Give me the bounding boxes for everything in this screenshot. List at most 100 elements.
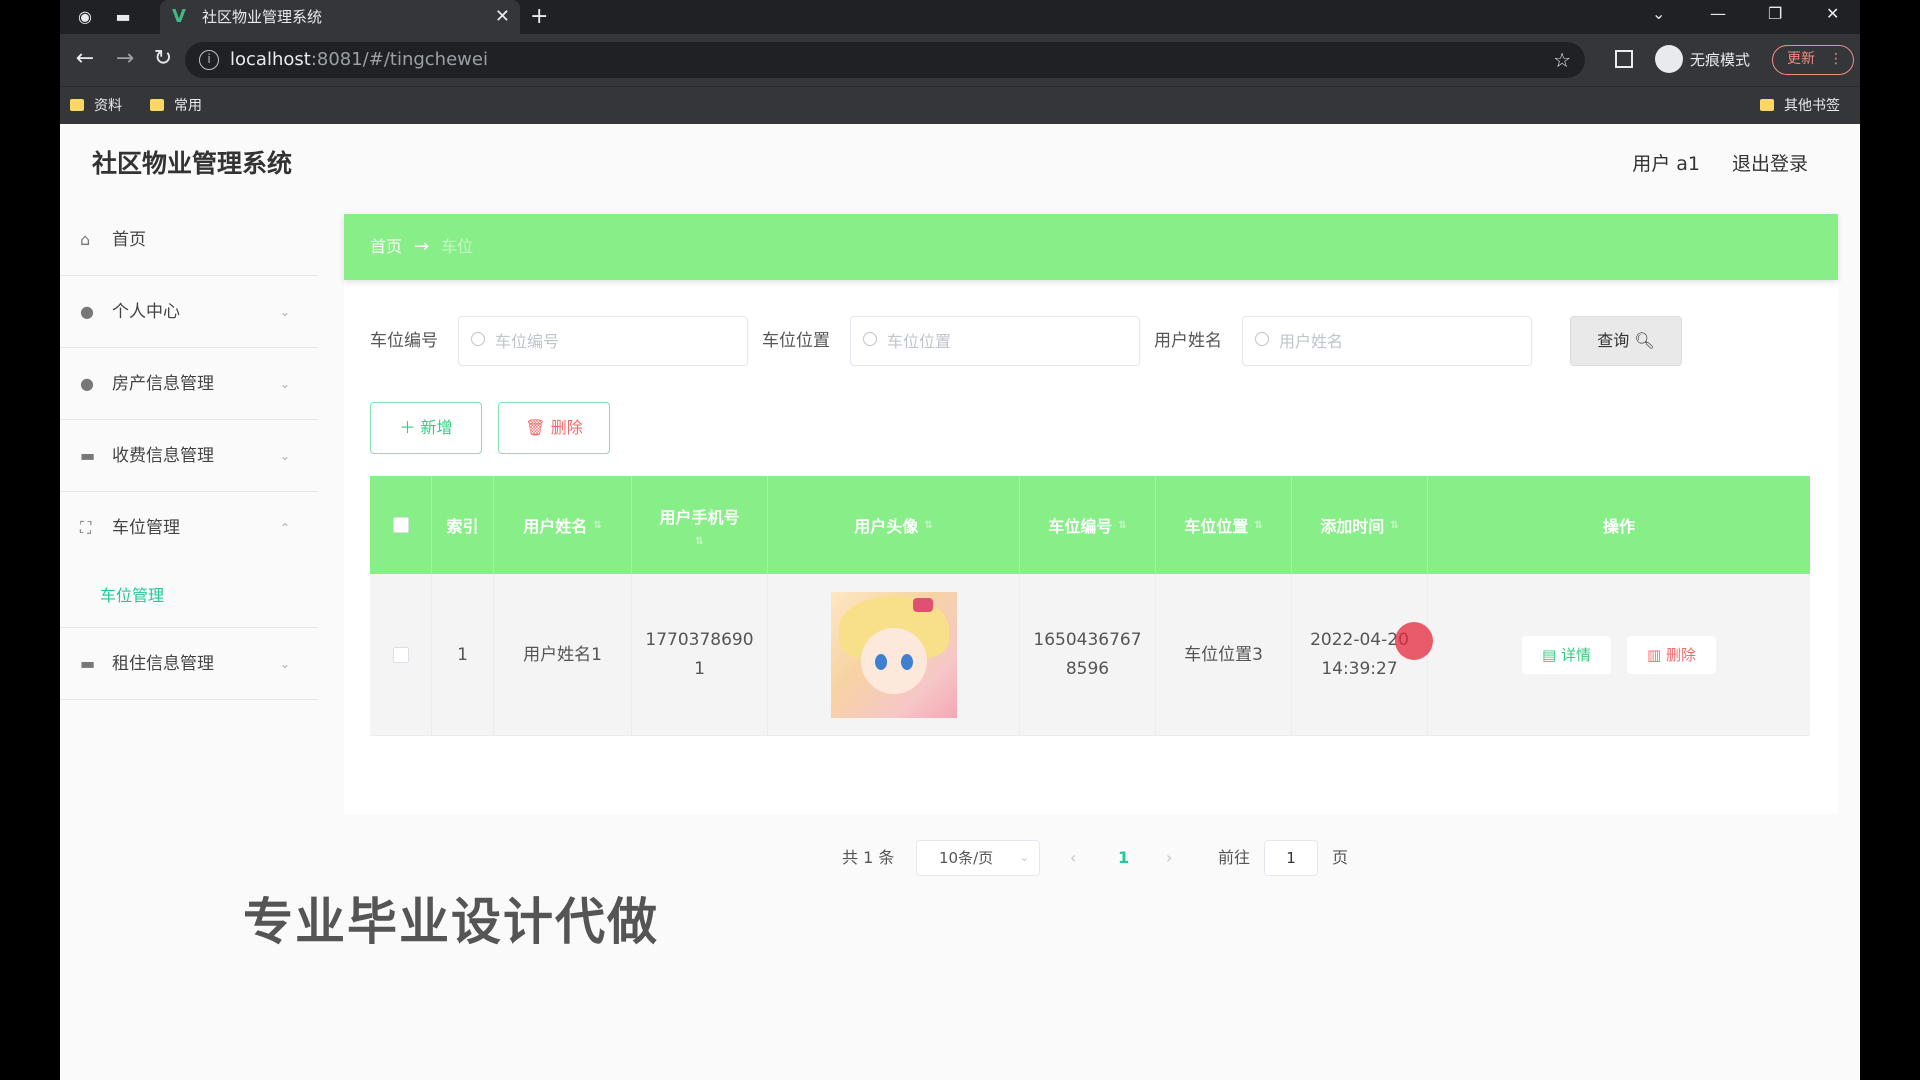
header-label: 用户头像 xyxy=(854,517,919,536)
reload-icon[interactable]: ↻ xyxy=(148,44,178,74)
search-input-username[interactable] xyxy=(1279,317,1519,365)
tab-list-chevron-icon[interactable]: ⌄ xyxy=(1652,0,1665,28)
tab-close-icon[interactable]: ✕ xyxy=(495,0,510,34)
trash-icon: 🗑︎ xyxy=(525,418,546,437)
back-icon[interactable]: ← xyxy=(70,44,100,74)
minimize-icon[interactable]: — xyxy=(1710,0,1726,28)
add-label: 新增 xyxy=(420,418,453,437)
browser-tab[interactable]: V 社区物业管理系统 ✕ xyxy=(160,0,520,34)
current-user: 用户 a1 xyxy=(1632,153,1700,175)
sidebar-subitem-parking[interactable]: 车位管理 xyxy=(60,564,318,628)
goto-label: 前往 xyxy=(1218,848,1251,867)
header-label: 用户手机号 xyxy=(659,507,740,527)
monitor-icon: ▬ xyxy=(80,446,96,465)
user-icon: ● xyxy=(80,302,94,321)
breadcrumb-current: 车位 xyxy=(441,237,474,256)
site-info-icon[interactable]: i xyxy=(199,50,219,70)
breadcrumb-home[interactable]: 首页 xyxy=(370,237,402,256)
sidebar-item-label: 房产信息管理 xyxy=(112,374,214,394)
header-created-time[interactable]: 添加时间 ⇅ xyxy=(1292,476,1428,574)
bookmark-star-icon[interactable]: ☆ xyxy=(1553,42,1571,78)
chevron-down-icon: ⌄ xyxy=(1019,851,1029,864)
sort-icon[interactable]: ⇅ xyxy=(924,520,932,531)
close-window-icon[interactable]: ✕ xyxy=(1826,0,1839,28)
bookmark-label: 资料 xyxy=(94,98,122,114)
omnibox[interactable]: i localhost:8081/#/tingchewei ☆ xyxy=(185,42,1585,78)
update-button[interactable]: 更新 ⋮ xyxy=(1772,45,1854,75)
sort-icon[interactable]: ⇅ xyxy=(593,520,601,531)
url-text[interactable]: localhost:8081/#/tingchewei xyxy=(230,42,488,78)
select-all-checkbox[interactable] xyxy=(392,517,409,533)
code-line: 1650436767 xyxy=(1033,630,1142,650)
page-size-select[interactable]: 10条/页 ⌄ xyxy=(916,840,1040,876)
add-button[interactable]: ＋ 新增 xyxy=(370,402,482,454)
sidebar-item-property-info[interactable]: ● 房产信息管理 ⌄ xyxy=(60,348,318,420)
address-bar-row: ← → ↻ i localhost:8081/#/tingchewei ☆ 无痕… xyxy=(60,34,1860,86)
header-avatar[interactable]: 用户头像 ⇅ xyxy=(768,476,1020,574)
search-input-code-wrap xyxy=(458,316,748,366)
row-delete-button[interactable]: ▥ 删除 xyxy=(1627,636,1716,674)
watermark-overlay: 专业毕业设计代做 xyxy=(243,893,659,951)
search-input-location[interactable] xyxy=(887,317,1127,365)
trash-icon: ▥ xyxy=(1647,646,1662,664)
sort-icon[interactable]: ⇅ xyxy=(695,536,703,547)
sidebar-item-home[interactable]: ⌂ 首页 xyxy=(60,204,318,276)
phone-line: 1 xyxy=(694,659,705,679)
tab-search-icon[interactable]: ▬ xyxy=(108,0,138,34)
other-bookmarks[interactable]: 其他书签 xyxy=(1760,87,1840,125)
bookmark-folder-ziliao[interactable]: 资料 xyxy=(70,87,122,125)
logout-link[interactable]: 退出登录 xyxy=(1732,124,1808,204)
page-number-current[interactable]: 1 xyxy=(1118,836,1129,880)
header-label: 车位位置 xyxy=(1184,517,1249,536)
sort-icon[interactable]: ⇅ xyxy=(1254,520,1262,531)
forward-icon[interactable]: → xyxy=(110,44,140,74)
header-username[interactable]: 用户姓名 ⇅ xyxy=(494,476,632,574)
header-label: 添加时间 xyxy=(1320,517,1385,536)
click-indicator xyxy=(1395,622,1433,660)
sidebar-item-parking[interactable]: ⛶ 车位管理 ⌃ xyxy=(60,492,318,564)
cell-phone: 1770378690 1 xyxy=(632,574,768,736)
chrome-menu-icon[interactable]: ◉ xyxy=(70,0,100,34)
bookmark-folder-changyong[interactable]: 常用 xyxy=(150,87,202,125)
search-input-username-wrap xyxy=(1242,316,1532,366)
search-input-code[interactable] xyxy=(495,317,735,365)
main-content: 首页 → 车位 车位编号 车位位置 用户姓名 查询 xyxy=(344,214,1838,876)
url-host: localhost xyxy=(230,49,311,70)
browser-window: ◉ ▬ V 社区物业管理系统 ✕ + ⌄ — ❐ ✕ ← → ↻ i local… xyxy=(60,0,1860,1080)
cell-parking-location: 车位位置3 xyxy=(1156,574,1292,736)
goto-page-input[interactable]: 1 xyxy=(1264,840,1318,876)
url-path: :8081/#/tingchewei xyxy=(310,49,488,70)
batch-delete-button[interactable]: 🗑︎ 删除 xyxy=(498,402,610,454)
detail-button[interactable]: ▤ 详情 xyxy=(1522,636,1611,674)
other-bookmarks-label: 其他书签 xyxy=(1784,98,1840,114)
header-parking-location[interactable]: 车位位置 ⇅ xyxy=(1156,476,1292,574)
table-header: 索引 用户姓名 ⇅ 用户手机号 ⇅ 用户头像 ⇅ 车位编号 ⇅ 车位位置 ⇅ 添加时间 ⇅ … xyxy=(370,476,1810,574)
restore-icon[interactable]: ❐ xyxy=(1768,0,1782,28)
sort-icon[interactable]: ⇅ xyxy=(1118,520,1126,531)
sidebar-item-fee-info[interactable]: ▬ 收费信息管理 ⌄ xyxy=(60,420,318,492)
kebab-menu-icon[interactable]: ⋮ xyxy=(1829,51,1843,67)
sidebar-item-personal-center[interactable]: ● 个人中心 ⌄ xyxy=(60,276,318,348)
side-panel-icon[interactable] xyxy=(1615,50,1633,68)
user-icon: ● xyxy=(80,374,94,393)
chevron-down-icon: ⌄ xyxy=(279,305,290,319)
parking-table: 索引 用户姓名 ⇅ 用户手机号 ⇅ 用户头像 ⇅ 车位编号 ⇅ 车位位置 ⇅ 添加时间 ⇅ … xyxy=(370,476,1810,736)
new-tab-icon[interactable]: + xyxy=(530,0,548,34)
sort-icon[interactable]: ⇅ xyxy=(1390,520,1398,531)
sidebar-item-rental-info[interactable]: ▬ 租住信息管理 ⌄ xyxy=(60,628,318,700)
folder-icon xyxy=(150,99,164,111)
row-checkbox[interactable] xyxy=(392,647,409,663)
header-phone[interactable]: 用户手机号 ⇅ xyxy=(632,476,768,574)
detail-label: 详情 xyxy=(1560,646,1591,664)
header-select-all[interactable] xyxy=(370,476,432,574)
search-label-location: 车位位置 xyxy=(762,331,830,351)
tab-bar: ◉ ▬ V 社区物业管理系统 ✕ + ⌄ — ❐ ✕ xyxy=(60,0,1860,34)
next-page-icon[interactable]: › xyxy=(1166,836,1172,880)
cell-index: 1 xyxy=(432,574,494,736)
incognito-icon[interactable] xyxy=(1655,45,1683,73)
header-parking-code[interactable]: 车位编号 ⇅ xyxy=(1020,476,1156,574)
query-button[interactable]: 查询 🔍︎ xyxy=(1570,316,1682,366)
prev-page-icon[interactable]: ‹ xyxy=(1070,836,1076,880)
row-delete-label: 删除 xyxy=(1665,646,1696,664)
user-avatar-image xyxy=(830,592,957,718)
